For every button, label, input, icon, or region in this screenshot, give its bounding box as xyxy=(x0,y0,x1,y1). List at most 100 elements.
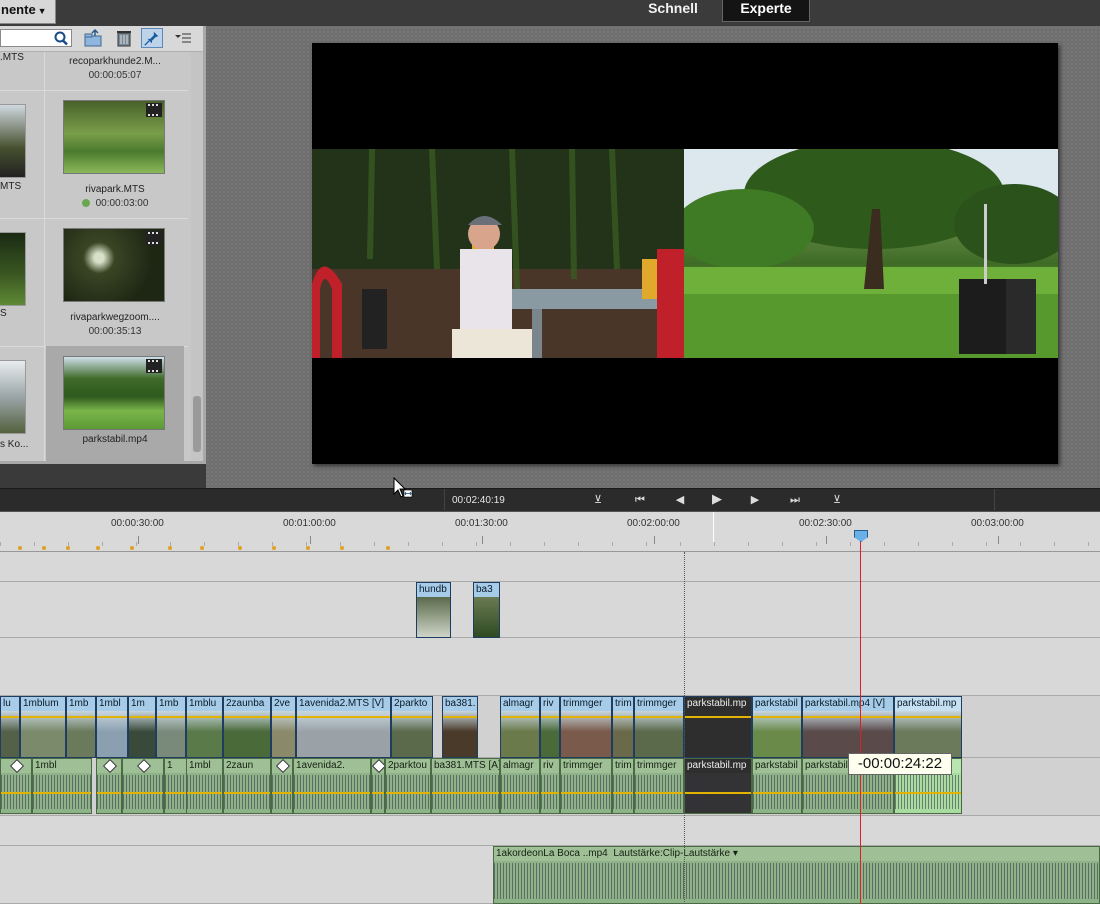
clip-volume-line xyxy=(561,792,611,794)
video-clip[interactable]: 2ve xyxy=(271,696,296,758)
audio-clip[interactable]: parkstabil xyxy=(752,758,802,814)
video-clip[interactable]: ba381. xyxy=(442,696,478,758)
goto-in-point-icon[interactable]: ⊻ xyxy=(590,493,606,507)
work-area-marker xyxy=(684,552,685,904)
clip-volume-line xyxy=(224,792,270,794)
audio-clip[interactable]: 1mbl xyxy=(32,758,92,814)
current-timecode[interactable]: 00:02:40:19 xyxy=(452,495,505,506)
audio-clip[interactable] xyxy=(122,758,164,814)
audio-clip[interactable]: ba381.MTS [A] xyxy=(431,758,500,814)
media-item[interactable]: rivapark.MTS 00:00:03:00 xyxy=(46,90,184,218)
audio-clip[interactable]: trim xyxy=(612,758,634,814)
media-item-duration: 00:00:05:07 xyxy=(88,70,142,81)
mode-schnell-button[interactable]: Schnell xyxy=(632,0,714,22)
play-icon[interactable]: ▶ xyxy=(709,493,725,507)
video-preview[interactable] xyxy=(312,43,1058,464)
media-thumbnail[interactable] xyxy=(0,104,26,178)
media-item[interactable]: rivaparkwegzoom.... 00:00:35:13 xyxy=(46,218,184,346)
ruler-tick xyxy=(998,536,999,544)
video-clip[interactable]: trimmger xyxy=(634,696,684,758)
clip-label: ba3 xyxy=(474,583,499,597)
music-clip[interactable]: 1akordeonLa Boca ..mp4 Lautstärke:Clip-L… xyxy=(493,846,1100,904)
clip-volume-line xyxy=(432,792,499,794)
film-icon xyxy=(146,231,162,245)
audio-clip[interactable] xyxy=(271,758,293,814)
video-clip[interactable]: lu xyxy=(0,696,20,758)
media-thumbnail xyxy=(63,356,165,430)
step-forward-icon[interactable]: ▶ xyxy=(747,493,763,507)
video-clip[interactable]: trimmger xyxy=(560,696,612,758)
media-item-duration-text: 00:00:03:00 xyxy=(95,198,149,209)
clip-label: almagr xyxy=(501,697,539,711)
video-clip[interactable]: parkstabil.mp4 [V] xyxy=(802,696,894,758)
clip-volume-line xyxy=(392,716,432,718)
audio-clip[interactable]: 2parktou xyxy=(385,758,431,814)
ruler-label: 00:03:00:00 xyxy=(971,518,1024,529)
overlay-clip[interactable]: hundb xyxy=(416,582,451,638)
audio-clip[interactable] xyxy=(0,758,32,814)
audio-clip[interactable]: parkstabil.mp xyxy=(684,758,752,814)
audio-clip[interactable]: almagr xyxy=(500,758,540,814)
preview-frame-right xyxy=(684,149,1058,358)
ruler-minor-tick xyxy=(646,542,647,546)
video-clip[interactable]: 1mb xyxy=(156,696,186,758)
video-clip[interactable]: 1mbl xyxy=(96,696,128,758)
video-clip[interactable]: 1mblu xyxy=(186,696,223,758)
media-item-name: S xyxy=(0,308,7,319)
media-thumbnail[interactable] xyxy=(0,360,26,434)
step-back-icon[interactable]: ◀ xyxy=(672,493,688,507)
video-clip[interactable]: 1m xyxy=(128,696,156,758)
video-clip[interactable]: almagr xyxy=(500,696,540,758)
media-item-selected[interactable]: parkstabil.mp4 xyxy=(46,346,184,461)
overlay-clip[interactable]: ba3 xyxy=(473,582,500,638)
audio-clip[interactable] xyxy=(96,758,122,814)
video-clip[interactable]: parkstabil.mp xyxy=(894,696,962,758)
video-clip[interactable]: parkstabil.mp xyxy=(684,696,752,758)
audio-clip[interactable]: 2zaun xyxy=(223,758,271,814)
clip-thumbnail xyxy=(474,597,499,637)
goto-out-point-icon[interactable]: ⊻ xyxy=(829,493,845,507)
audio-clip[interactable]: trimmger xyxy=(634,758,684,814)
timeline-ruler[interactable]: 00:00:30:00 00:01:00:00 00:01:30:00 00:0… xyxy=(0,512,1100,552)
video-clip[interactable]: trim xyxy=(612,696,634,758)
clip-label: hundb xyxy=(417,583,450,597)
clip-volume-line xyxy=(372,792,384,794)
clip-label: trim xyxy=(613,759,633,773)
volume-dropdown[interactable]: Lautstärke:Clip-Lautstärke ▾ xyxy=(613,848,738,859)
media-thumbnail[interactable] xyxy=(0,232,26,306)
clip-volume-line xyxy=(753,716,801,718)
video-clip[interactable]: 1mb xyxy=(66,696,96,758)
panel-scroll-thumb[interactable] xyxy=(193,396,201,452)
clip-label: 1avenida2.MTS [V] xyxy=(297,697,390,711)
audio-clip[interactable]: riv xyxy=(540,758,560,814)
media-item[interactable]: recoparkhunde2.M... 00:00:05:07 xyxy=(46,26,184,90)
clip-volume-line xyxy=(753,792,801,794)
audio-clip[interactable]: trimmger xyxy=(560,758,612,814)
video-clip[interactable]: 2zaunba xyxy=(223,696,271,758)
separator xyxy=(994,489,995,513)
video-clip[interactable]: riv xyxy=(540,696,560,758)
goto-start-icon[interactable]: ⏮ xyxy=(632,493,648,507)
goto-end-icon[interactable]: ⏭ xyxy=(787,493,803,507)
audio-clip[interactable] xyxy=(371,758,385,814)
ruler-minor-tick xyxy=(816,542,817,546)
clip-volume-line xyxy=(123,792,163,794)
ruler-label: 00:02:30:00 xyxy=(799,518,852,529)
audio-clip[interactable]: 1mbl xyxy=(186,758,223,814)
video-clip[interactable]: parkstabil xyxy=(752,696,802,758)
audio-clip[interactable]: 1avenida2. xyxy=(293,758,371,814)
clip-volume-line xyxy=(541,716,559,718)
media-dropdown[interactable]: nente ▼ xyxy=(0,0,56,24)
video-clip[interactable]: 2parkto xyxy=(391,696,433,758)
clip-volume-line xyxy=(21,716,65,718)
media-item-name: s Ko... xyxy=(0,439,29,450)
clip-label: trimmger xyxy=(561,697,611,711)
audio-clip[interactable]: 1 xyxy=(164,758,188,814)
timeline-marker xyxy=(96,546,100,550)
ruler-minor-tick xyxy=(714,542,715,546)
media-thumbnail xyxy=(63,228,165,302)
mode-experte-button[interactable]: Experte xyxy=(722,0,810,22)
voice-track xyxy=(0,816,1100,846)
video-clip[interactable]: 1avenida2.MTS [V] xyxy=(296,696,391,758)
video-clip[interactable]: 1mblum xyxy=(20,696,66,758)
